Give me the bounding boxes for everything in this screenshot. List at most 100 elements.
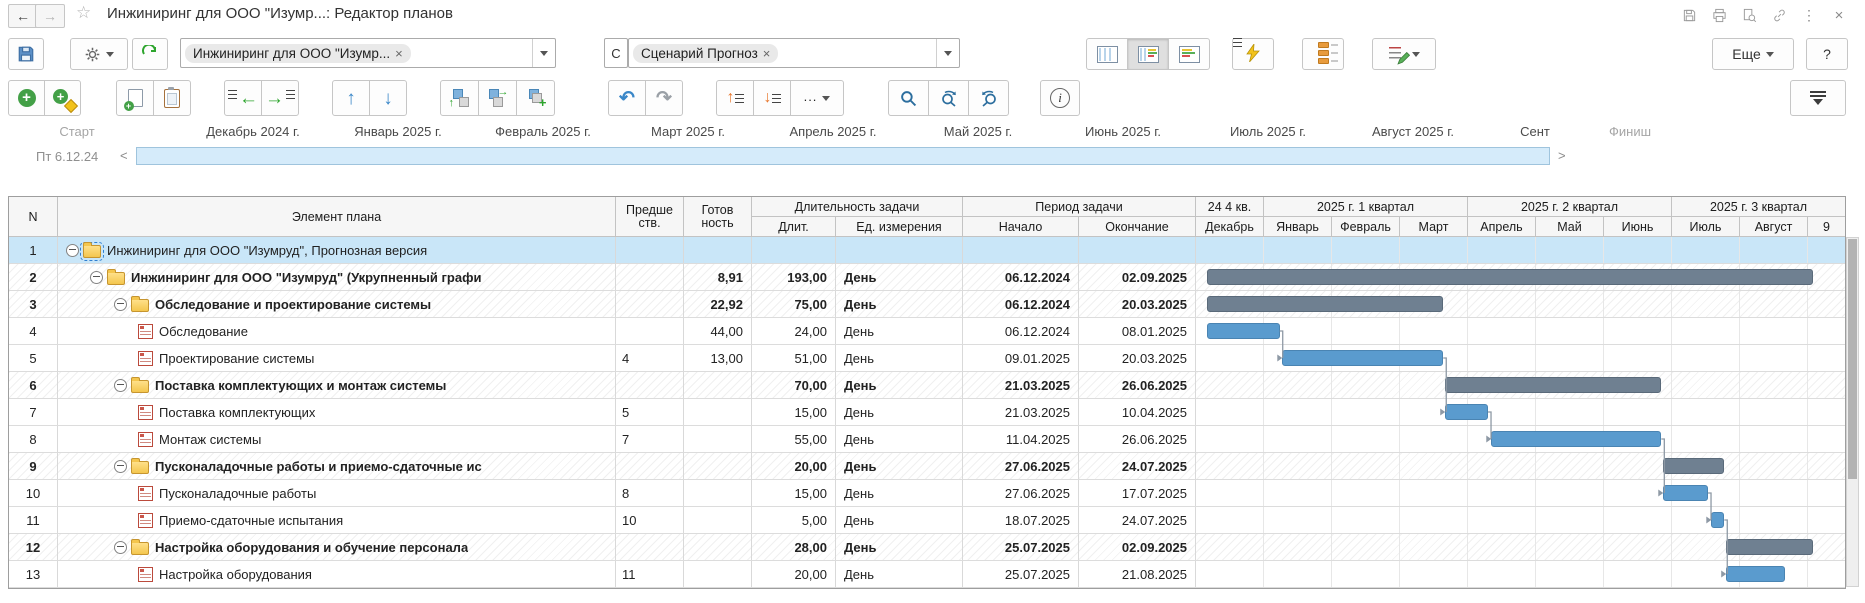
collapse-expander-icon[interactable]: [114, 298, 127, 311]
collapse-expander-icon[interactable]: [114, 379, 127, 392]
readiness-cell[interactable]: [684, 399, 752, 425]
unit-cell[interactable]: День: [836, 453, 963, 479]
plan-row[interactable]: 3Обследование и проектирование системы22…: [9, 291, 1845, 318]
unit-cell[interactable]: День: [836, 345, 963, 371]
start-date-cell[interactable]: 25.07.2025: [963, 534, 1079, 560]
start-date-cell[interactable]: 18.07.2025: [963, 507, 1079, 533]
end-date-cell[interactable]: 08.01.2025: [1079, 318, 1196, 344]
predecessor-cell[interactable]: [616, 318, 684, 344]
start-date-cell[interactable]: 09.01.2025: [963, 345, 1079, 371]
column-header-n[interactable]: N: [9, 197, 58, 237]
timeline-scrollbar[interactable]: [136, 147, 1550, 165]
end-date-cell[interactable]: 24.07.2025: [1079, 507, 1196, 533]
start-date-cell[interactable]: 06.12.2024: [963, 264, 1079, 290]
collapse-expander-icon[interactable]: [114, 541, 127, 554]
back-button[interactable]: ←: [8, 4, 38, 28]
timeline-prev-arrow[interactable]: <: [120, 148, 128, 163]
gantt-cell[interactable]: [1196, 399, 1845, 425]
end-date-cell[interactable]: 24.07.2025: [1079, 453, 1196, 479]
end-date-cell[interactable]: [1079, 237, 1196, 263]
sort-descending-button[interactable]: ↓: [753, 80, 791, 116]
plan-row[interactable]: 9Пусконаладочные работы и приемо-сдаточн…: [9, 453, 1845, 480]
plan-row[interactable]: 7Поставка комплектующих515,00День21.03.2…: [9, 399, 1845, 426]
duration-cell[interactable]: [752, 237, 836, 263]
gantt-task-bar[interactable]: [1282, 350, 1443, 366]
plan-element-cell[interactable]: Пусконаладочные работы и приемо-сдаточны…: [58, 453, 616, 479]
end-date-cell[interactable]: 02.09.2025: [1079, 534, 1196, 560]
structure-button[interactable]: [1302, 38, 1344, 70]
gantt-task-bar[interactable]: [1207, 323, 1280, 339]
column-header-start[interactable]: Начало: [963, 217, 1079, 237]
unit-cell[interactable]: День: [836, 372, 963, 398]
plan-row[interactable]: 12Настройка оборудования и обучение перс…: [9, 534, 1845, 561]
move-down-button[interactable]: ↓: [369, 80, 407, 116]
plan-element-cell[interactable]: Проектирование системы: [58, 345, 616, 371]
help-button[interactable]: ?: [1806, 38, 1848, 70]
gantt-cell[interactable]: [1196, 561, 1845, 587]
duration-cell[interactable]: 75,00: [752, 291, 836, 317]
readiness-cell[interactable]: [684, 237, 752, 263]
plan-element-cell[interactable]: Обследование и проектирование системы: [58, 291, 616, 317]
predecessor-cell[interactable]: 11: [616, 561, 684, 587]
duration-cell[interactable]: 28,00: [752, 534, 836, 560]
column-header-end[interactable]: Окончание: [1079, 217, 1196, 237]
undo-button[interactable]: ↶: [608, 80, 646, 116]
more-button[interactable]: Еще: [1712, 38, 1794, 70]
gantt-task-bar[interactable]: [1726, 566, 1785, 582]
settings-gear-button[interactable]: [70, 38, 128, 70]
gantt-cell[interactable]: [1196, 480, 1845, 506]
readiness-cell[interactable]: [684, 561, 752, 587]
print-icon[interactable]: [1711, 7, 1727, 23]
plan-element-cell[interactable]: Инжиниринг для ООО "Изумруд" (Укрупненны…: [58, 264, 616, 290]
column-header-period-group[interactable]: Период задачи: [963, 197, 1196, 217]
gantt-cell[interactable]: [1196, 534, 1845, 560]
plan-row[interactable]: 6Поставка комплектующих и монтаж системы…: [9, 372, 1845, 399]
unit-cell[interactable]: День: [836, 561, 963, 587]
end-date-cell[interactable]: 10.04.2025: [1079, 399, 1196, 425]
readiness-cell[interactable]: 13,00: [684, 345, 752, 371]
duration-cell[interactable]: 15,00: [752, 480, 836, 506]
unit-cell[interactable]: [836, 237, 963, 263]
end-date-cell[interactable]: 20.03.2025: [1079, 345, 1196, 371]
predecessor-cell[interactable]: [616, 264, 684, 290]
duration-cell[interactable]: 51,00: [752, 345, 836, 371]
duration-cell[interactable]: 5,00: [752, 507, 836, 533]
predecessor-cell[interactable]: [616, 453, 684, 479]
timeline-next-arrow[interactable]: >: [1558, 148, 1566, 163]
readiness-cell[interactable]: [684, 480, 752, 506]
readiness-cell[interactable]: 8,91: [684, 264, 752, 290]
gantt-cell[interactable]: [1196, 264, 1845, 290]
predecessor-cell[interactable]: 5: [616, 399, 684, 425]
move-level-down-button[interactable]: →: [478, 80, 517, 116]
plan-element-cell[interactable]: Монтаж системы: [58, 426, 616, 452]
add-on-level-button[interactable]: +: [516, 80, 555, 116]
gantt-cell[interactable]: [1196, 291, 1845, 317]
start-date-cell[interactable]: 27.06.2025: [963, 453, 1079, 479]
collapse-expander-icon[interactable]: [66, 244, 79, 257]
scenario-dropdown-button[interactable]: [936, 39, 959, 67]
end-date-cell[interactable]: 21.08.2025: [1079, 561, 1196, 587]
column-header-element[interactable]: Элемент плана: [58, 197, 616, 237]
duration-cell[interactable]: 24,00: [752, 318, 836, 344]
add-child-button[interactable]: +: [44, 80, 81, 116]
column-header-unit[interactable]: Ед. измерения: [836, 217, 963, 237]
indent-button[interactable]: →: [261, 80, 299, 116]
gantt-vertical-scrollbar[interactable]: [1846, 237, 1859, 587]
column-header-readiness[interactable]: Готов ность: [684, 197, 752, 237]
duration-cell[interactable]: 193,00: [752, 264, 836, 290]
search-previous-button[interactable]: [968, 80, 1009, 116]
filter-settings-button[interactable]: [1790, 80, 1846, 116]
unit-cell[interactable]: День: [836, 291, 963, 317]
predecessor-cell[interactable]: [616, 372, 684, 398]
plan-element-cell[interactable]: Пусконаладочные работы: [58, 480, 616, 506]
plan-row[interactable]: 11Приемо-сдаточные испытания105,00День18…: [9, 507, 1845, 534]
info-button[interactable]: i: [1040, 80, 1080, 116]
start-date-cell[interactable]: 21.03.2025: [963, 399, 1079, 425]
unit-cell[interactable]: День: [836, 534, 963, 560]
view-gantt-button[interactable]: [1168, 38, 1210, 70]
plan-row[interactable]: 1Инжиниринг для ООО "Изумруд", Прогнозна…: [9, 237, 1845, 264]
duration-cell[interactable]: 70,00: [752, 372, 836, 398]
plan-chip-remove-icon[interactable]: ×: [395, 46, 403, 61]
gantt-summary-bar[interactable]: [1445, 377, 1661, 393]
predecessor-cell[interactable]: 7: [616, 426, 684, 452]
